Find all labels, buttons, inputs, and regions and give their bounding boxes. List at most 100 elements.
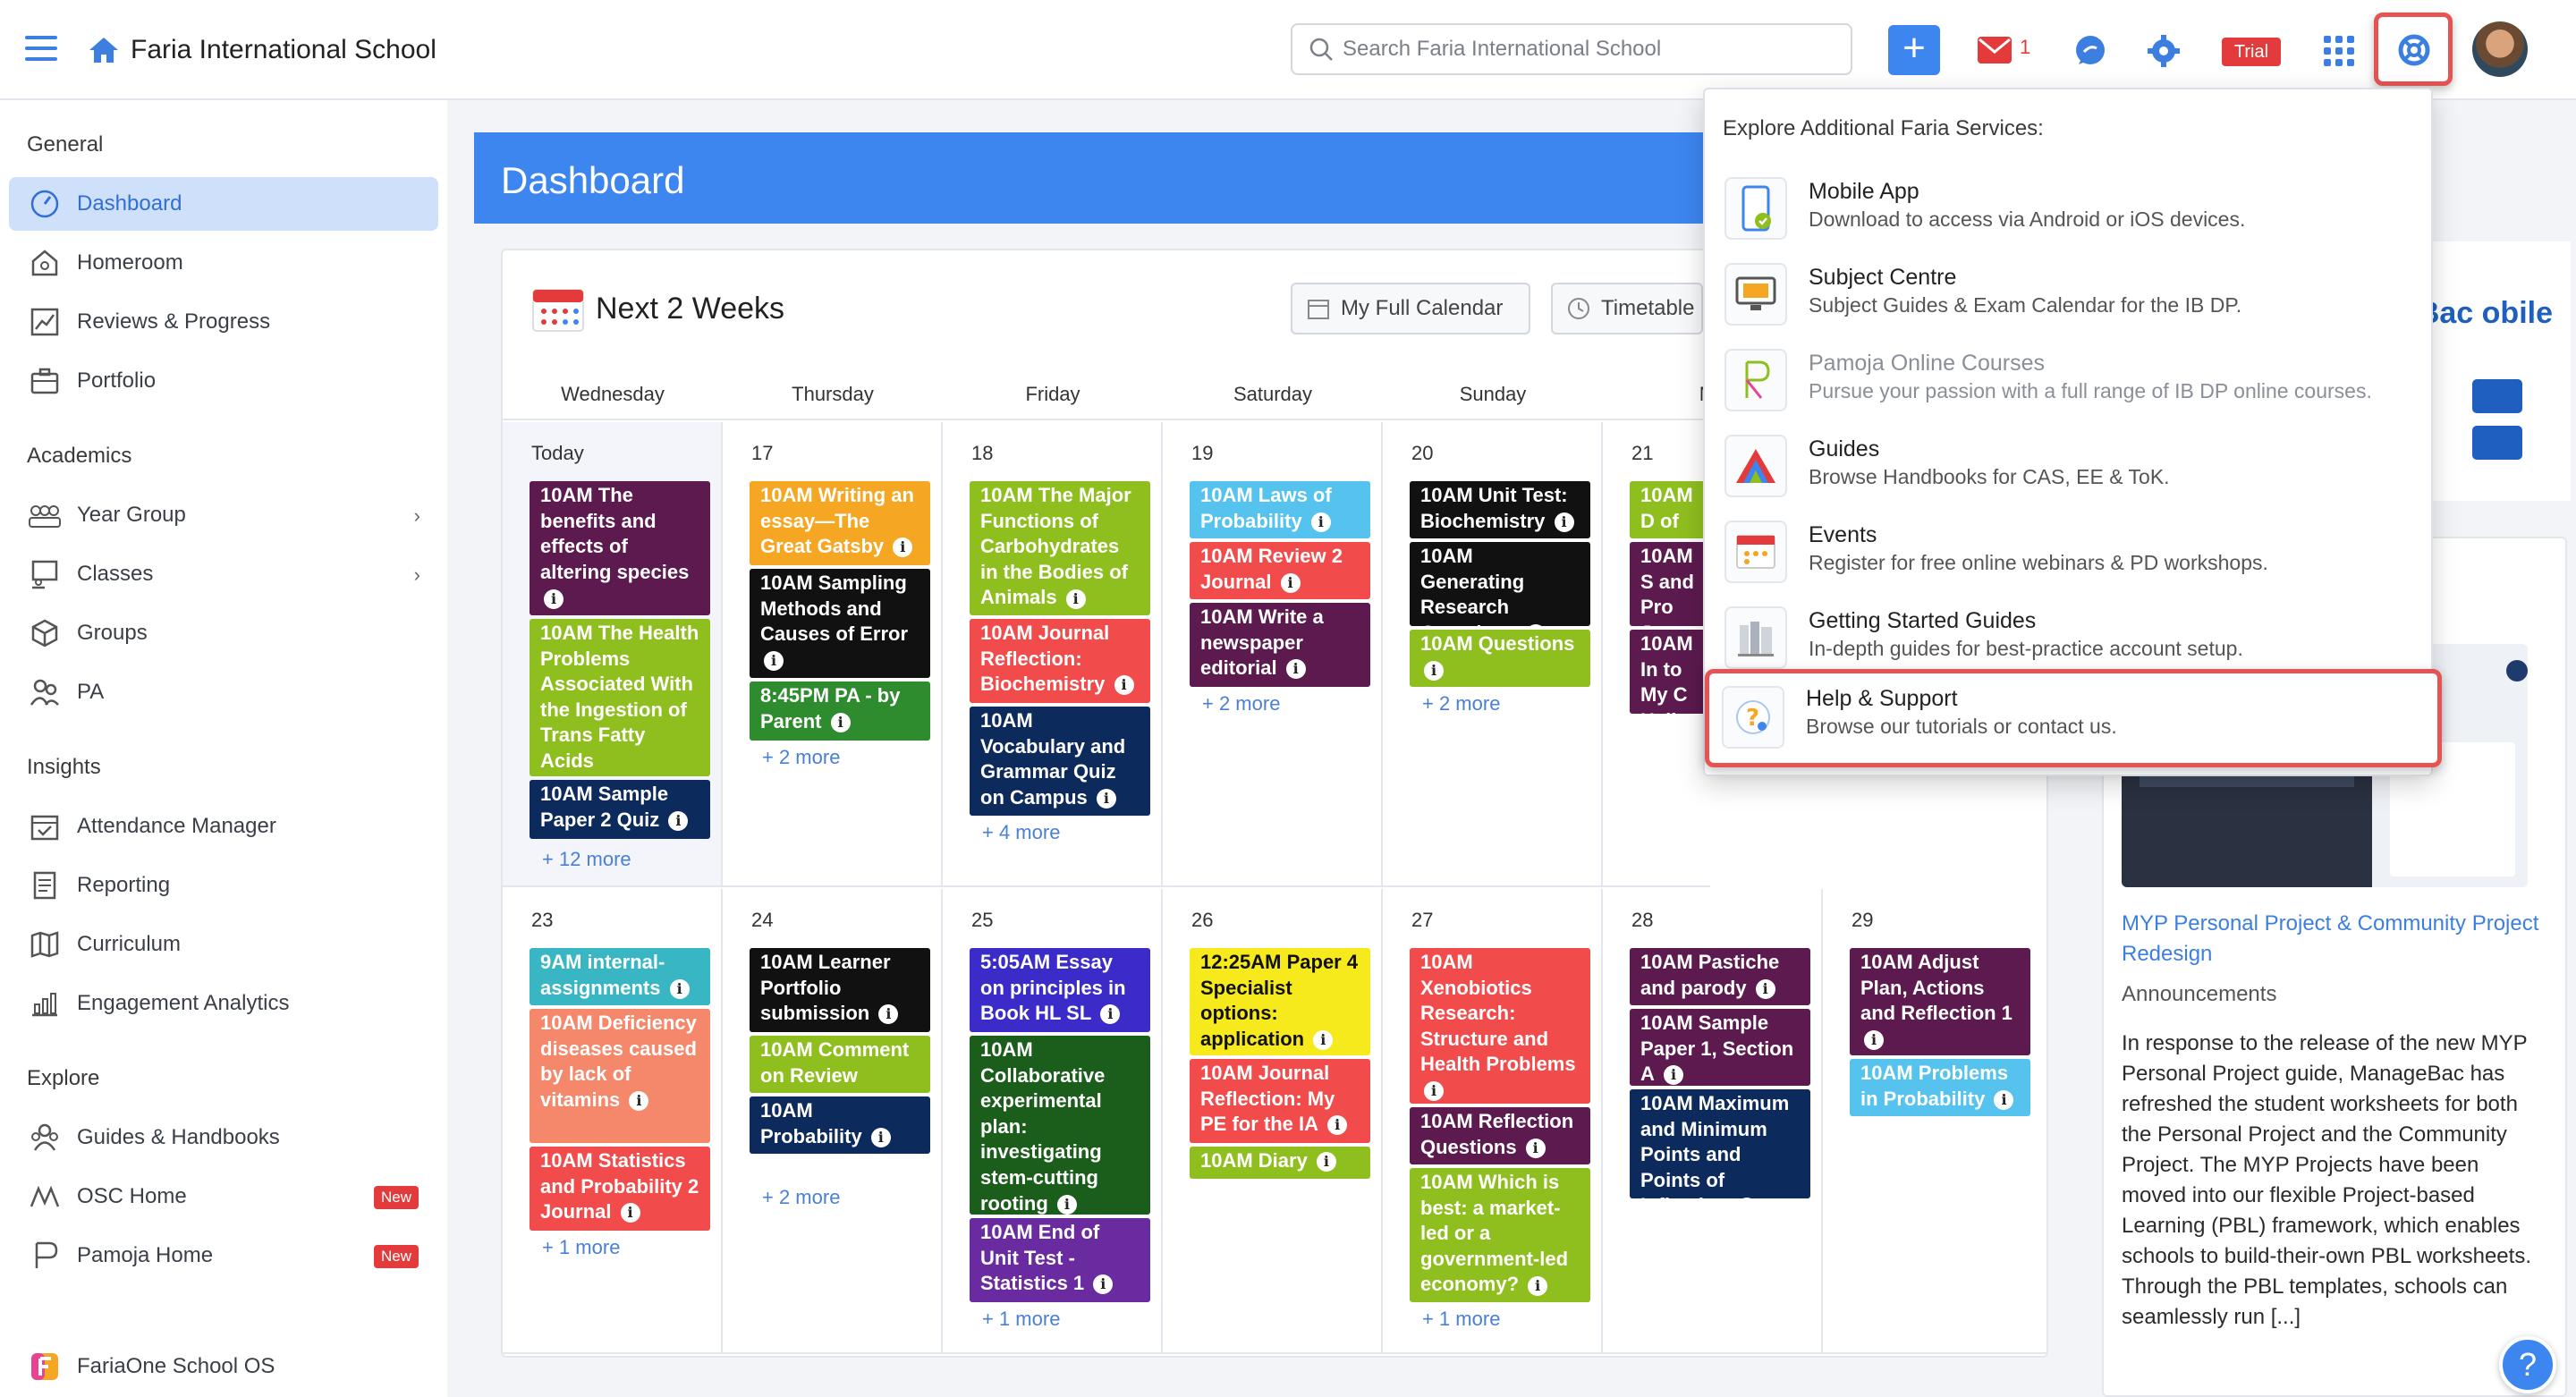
calendar-event[interactable]: 10AM Vocabulary and Grammar Quiz on Camp… (970, 707, 1150, 816)
calendar-event[interactable]: 10AM Learner Portfolio submission i (750, 948, 930, 1032)
sidebar-item-portfolio[interactable]: Portfolio (9, 354, 438, 408)
calendar-day-cell[interactable]: 26 12:25AM Paper 4 Specialist options: a… (1163, 889, 1383, 1354)
calendar-event[interactable]: 10AM Problems in Probability i (1850, 1059, 2030, 1116)
calendar-day-cell[interactable]: 17 10AM Writing an essay—The Great Gatsb… (723, 422, 943, 887)
info-icon[interactable]: i (1327, 1115, 1348, 1136)
calendar-day-cell[interactable]: 18 10AM The Major Functions of Carbohydr… (943, 422, 1163, 887)
info-icon[interactable]: i (1424, 660, 1444, 681)
info-icon[interactable]: i (1316, 1152, 1336, 1173)
calendar-event[interactable]: 10AM Sampling Methods and Causes of Erro… (750, 569, 930, 678)
news-title-link[interactable]: MYP Personal Project & Community Project… (2122, 909, 2542, 969)
chat-icon[interactable] (2073, 34, 2107, 68)
calendar-event[interactable]: 10AM Comment on Review Boards (750, 1036, 930, 1093)
calendar-event[interactable]: 10AM Reflection Questions i (1410, 1107, 1590, 1164)
calendar-event[interactable]: 10AM Adjust Plan, Actions and Reflection… (1850, 948, 2030, 1055)
info-icon[interactable]: i (1114, 675, 1134, 696)
more-events-link[interactable]: + 12 more (542, 848, 631, 871)
calendar-day-cell[interactable]: 28 10AM Pastiche and parody i 10AM Sampl… (1603, 889, 1823, 1354)
dropdown-item-subject-centre[interactable]: Subject Centre Subject Guides & Exam Cal… (1719, 254, 2420, 340)
info-icon[interactable]: i (1310, 512, 1331, 532)
google-play-badge[interactable] (2472, 426, 2522, 460)
calendar-event[interactable]: 10AM Generating Research Questions i (1410, 542, 1590, 626)
info-icon[interactable]: i (893, 538, 913, 558)
info-icon[interactable]: i (1664, 1065, 1684, 1086)
info-icon[interactable]: i (1093, 1274, 1114, 1295)
more-events-link[interactable]: + 2 more (762, 1186, 840, 1209)
sidebar-item-year-group[interactable]: Year Group › (9, 488, 438, 542)
calendar-event[interactable]: 10AM Write a newspaper editorial i (1190, 603, 1370, 687)
info-icon[interactable]: i (1096, 788, 1116, 809)
sidebar-item-osc[interactable]: OSC Home New (9, 1170, 438, 1223)
info-icon[interactable]: i (764, 650, 784, 671)
info-icon[interactable]: i (878, 1004, 899, 1025)
calendar-event[interactable]: 10AM Journal Reflection: My PE for the I… (1190, 1059, 1370, 1143)
add-button[interactable]: + (1888, 25, 1940, 75)
sidebar-item-attendance[interactable]: Attendance Manager (9, 800, 438, 853)
calendar-event[interactable]: 12:25AM Paper 4 Specialist options: appl… (1190, 948, 1370, 1055)
info-icon[interactable]: i (629, 1090, 649, 1111)
sidebar-item-pa[interactable]: PA (9, 665, 438, 719)
info-icon[interactable]: i (1864, 1029, 1884, 1050)
calendar-event[interactable]: 5:05AM Essay on principles in Book HL SL… (970, 948, 1150, 1032)
info-icon[interactable]: i (1424, 1081, 1444, 1102)
info-icon[interactable]: i (620, 1203, 640, 1223)
info-icon[interactable]: i (1525, 1138, 1546, 1158)
calendar-day-cell[interactable]: 24 10AM Learner Portfolio submission i 1… (723, 889, 943, 1354)
calendar-event[interactable]: 10AM Unit Test: Biochemistry i (1410, 481, 1590, 538)
info-icon[interactable]: i (544, 588, 564, 609)
info-icon[interactable]: i (870, 1127, 891, 1147)
trial-badge[interactable]: Trial (2222, 38, 2281, 66)
calendar-event[interactable]: 10AM Journal Reflection: Biochemistry i (970, 619, 1150, 703)
school-home-link[interactable]: Faria International School (88, 30, 436, 70)
calendar-event[interactable]: 10AM In to My C Hall (1630, 630, 1710, 714)
sidebar-item-fariaone[interactable]: FariaOne School OS (9, 1340, 438, 1393)
info-icon[interactable]: i (1285, 659, 1306, 680)
calendar-event[interactable]: 10AM D of cloni (1630, 481, 1710, 538)
sidebar-item-dashboard[interactable]: Dashboard (9, 177, 438, 231)
calendar-event[interactable]: 10AM Sample Paper 1, Section A i (1630, 1009, 1810, 1086)
calendar-day-cell[interactable]: 29 10AM Adjust Plan, Actions and Reflect… (1823, 889, 2046, 1354)
calendar-event[interactable]: 10AM The Health Problems Associated With… (530, 619, 710, 776)
calendar-day-cell[interactable]: 27 10AM Xenobiotics Research: Structure … (1383, 889, 1603, 1354)
info-icon[interactable]: i (1056, 1194, 1077, 1215)
calendar-event[interactable]: 10AM Sample Paper 2 Quiz i (530, 780, 710, 839)
info-icon[interactable]: i (1100, 1004, 1121, 1025)
calendar-day-cell[interactable]: 23 9AM internal-assignments i 10AM Defic… (503, 889, 723, 1354)
info-icon[interactable]: i (1525, 623, 1546, 626)
sidebar-item-reviews[interactable]: Reviews & Progress (9, 295, 438, 349)
calendar-event[interactable]: 9AM internal-assignments i (530, 948, 710, 1005)
calendar-event[interactable]: 10AM The benefits and effects of alterin… (530, 481, 710, 615)
calendar-event[interactable]: 10AM S and Pro Journal (1630, 542, 1710, 626)
sidebar-item-classes[interactable]: Classes › (9, 547, 438, 601)
my-full-calendar-button[interactable]: My Full Calendar (1291, 283, 1530, 334)
calendar-day-cell[interactable]: 21 10AM D of cloni 10AM S and Pro Journa… (1603, 422, 1710, 887)
sidebar-item-engagement[interactable]: Engagement Analytics (9, 977, 438, 1030)
info-icon[interactable]: i (1554, 512, 1574, 532)
calendar-event[interactable]: 10AM Collaborative experimental plan: in… (970, 1036, 1150, 1215)
info-icon[interactable]: i (1528, 1275, 1548, 1296)
calendar-event[interactable]: 10AM Statistics and Probability 2 Journa… (530, 1147, 710, 1231)
help-services-button[interactable] (2374, 13, 2453, 86)
apps-grid-icon[interactable] (2322, 34, 2356, 68)
info-icon[interactable]: i (1313, 1029, 1334, 1050)
dropdown-item-pamoja[interactable]: Pamoja Online Courses Pursue your passio… (1719, 340, 2420, 426)
gear-icon[interactable] (2147, 34, 2181, 68)
calendar-event[interactable]: 10AM Writing an essay—The Great Gatsby i (750, 481, 930, 565)
calendar-event[interactable]: 10AM Questions i (1410, 630, 1590, 687)
dropdown-item-mobile-app[interactable]: Mobile App Download to access via Androi… (1719, 168, 2420, 254)
calendar-event[interactable]: 10AM The Major Functions of Carbohydrate… (970, 481, 1150, 615)
more-events-link[interactable]: + 2 more (1202, 692, 1280, 715)
calendar-event[interactable]: 10AM Which is best: a market-led or a go… (1410, 1168, 1590, 1302)
dropdown-item-events[interactable]: Events Register for free online webinars… (1719, 512, 2420, 597)
calendar-event[interactable]: 10AM Laws of Probability i (1190, 481, 1370, 538)
calendar-event[interactable]: 8:45PM PA - by Parent i (750, 682, 930, 741)
sidebar-item-reporting[interactable]: Reporting (9, 859, 438, 912)
sidebar-item-guides[interactable]: Guides & Handbooks (9, 1111, 438, 1164)
more-events-link[interactable]: + 1 more (542, 1236, 620, 1259)
app-store-badge[interactable] (2472, 379, 2522, 413)
info-icon[interactable]: i (1280, 572, 1301, 593)
search-input[interactable]: Search Faria International School (1291, 23, 1852, 75)
info-icon[interactable]: i (1994, 1089, 2014, 1110)
more-events-link[interactable]: + 2 more (1422, 692, 1500, 715)
calendar-day-cell[interactable]: 20 10AM Unit Test: Biochemistry i 10AM G… (1383, 422, 1603, 887)
